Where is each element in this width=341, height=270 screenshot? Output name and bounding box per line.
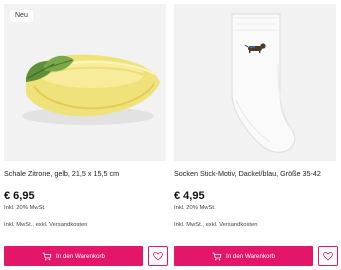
product-title[interactable]: Schale Zitrone, gelb, 21,5 x 15,5 cm [4, 169, 166, 178]
shopping-cart-icon [212, 252, 222, 260]
product-grid: Neu Schale Zitrone, gelb, 21,5 x 15,5 cm… [0, 0, 341, 270]
add-to-cart-button[interactable]: In den Warenkorb [4, 246, 143, 266]
product-image[interactable]: Neu [4, 4, 166, 161]
lemon-bowl-image [22, 54, 160, 125]
vat-note: Inkl. 20% MwSt. [174, 205, 216, 211]
product-image[interactable] [174, 4, 336, 161]
wishlist-button[interactable] [148, 246, 168, 266]
shopping-cart-icon [42, 252, 52, 260]
add-to-cart-button[interactable]: In den Warenkorb [174, 246, 313, 266]
product-card-lemon-bowl[interactable]: Neu Schale Zitrone, gelb, 21,5 x 15,5 cm… [4, 0, 170, 270]
wishlist-button[interactable] [318, 246, 338, 266]
product-price: € 6,95 [4, 190, 35, 202]
product-card-socks[interactable]: Socken Stick-Motiv, Dackel/blau, Größe 3… [174, 0, 340, 270]
product-price: € 4,95 [174, 190, 205, 202]
add-to-cart-label: In den Warenkorb [226, 252, 275, 260]
heart-icon [153, 251, 163, 261]
heart-icon [323, 251, 333, 261]
add-to-cart-label: In den Warenkorb [56, 252, 105, 260]
product-title[interactable]: Socken Stick-Motiv, Dackel/blau, Größe 3… [174, 169, 336, 178]
shipping-note: Inkl. MwSt., exkl. Versandkosten [4, 222, 88, 228]
vat-note: Inkl. 20% MwSt. [4, 205, 46, 211]
shipping-note: Inkl. MwSt., exkl. Versandkosten [174, 222, 258, 228]
new-badge: Neu [10, 10, 33, 22]
socks-image [231, 13, 296, 153]
